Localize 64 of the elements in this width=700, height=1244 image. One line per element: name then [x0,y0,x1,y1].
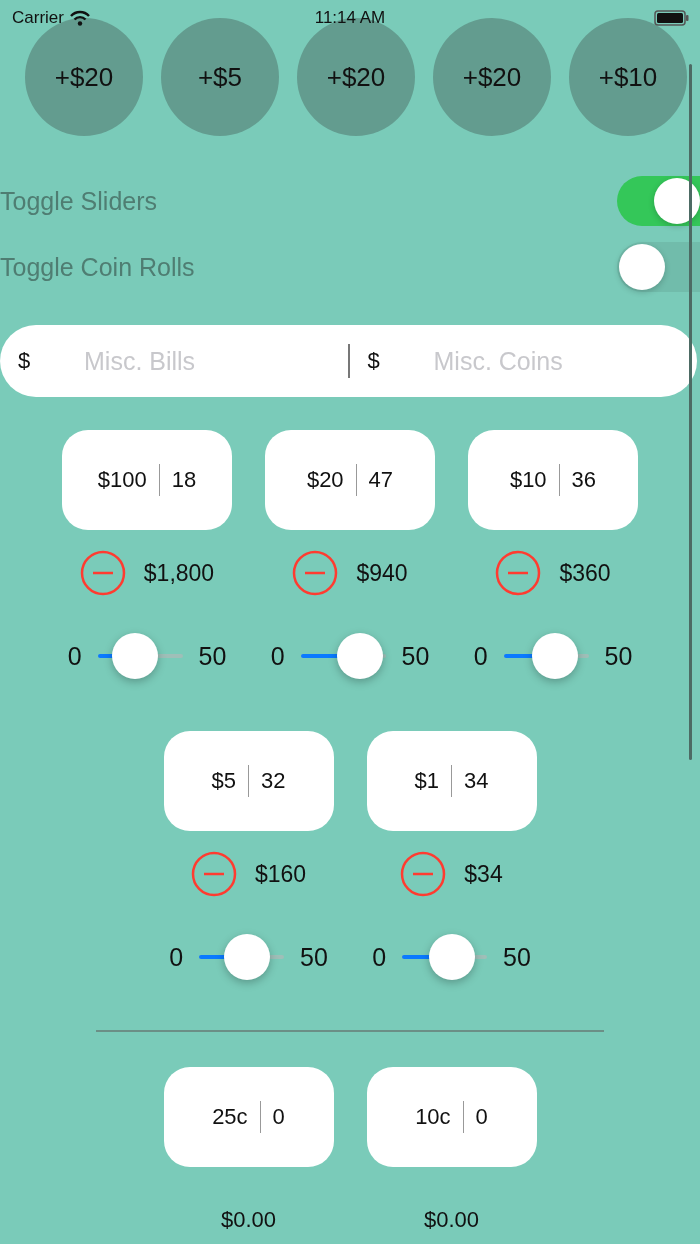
total-amount: $360 [559,559,611,587]
add-amount-button[interactable]: +$20 [433,18,551,136]
count-value: 0 [475,1104,488,1130]
slider-thumb[interactable] [111,633,158,679]
slider-thumb[interactable] [337,633,384,679]
total-amount: $34 [464,860,503,888]
bill-count-field[interactable]: $20 47 [265,430,435,530]
battery-icon [654,10,690,26]
slider-max-label: 50 [604,641,633,671]
minus-button[interactable] [495,550,542,596]
denomination-label: 25c [212,1104,248,1130]
count-value: 34 [464,768,489,794]
denomination-label: $100 [97,467,147,493]
slider-min-label: 0 [372,942,387,972]
minus-button[interactable] [79,550,126,596]
count-slider[interactable] [300,633,386,679]
count-value: 32 [261,768,286,794]
bill-count-field[interactable]: $100 18 [62,430,232,530]
bill-count-field[interactable]: $1 34 [366,731,537,831]
denomination-label: $20 [306,467,344,493]
toggle-switch[interactable] [617,242,700,292]
count-value: 47 [368,467,394,493]
slider-max-label: 50 [503,942,531,972]
count-value: 36 [571,467,597,493]
count-slider[interactable] [97,633,183,679]
slider-min-label: 0 [270,641,285,671]
toggle-label: Toggle Coin Rolls [0,252,195,282]
total-amount: $0.00 [220,1207,277,1233]
add-amount-button[interactable]: +$5 [161,18,279,136]
minus-button[interactable] [190,851,237,897]
total-amount: $160 [254,860,307,888]
add-amount-button[interactable]: +$10 [569,18,687,136]
slider-max-label: 50 [198,641,227,671]
denomination-label: $10 [509,467,547,493]
currency-label: $ [18,348,32,374]
wifi-icon [69,10,90,26]
minus-button[interactable] [400,851,447,897]
bill-count-field[interactable]: 10c 0 [366,1067,537,1167]
count-slider[interactable] [503,633,589,679]
slider-min-label: 0 [169,942,184,972]
total-amount: $940 [356,559,408,587]
slider-min-label: 0 [473,641,488,671]
currency-label: $ [367,348,381,374]
total-amount: $0.00 [423,1207,480,1233]
count-slider[interactable] [199,934,285,980]
toggle-switch[interactable] [617,176,700,226]
slider-min-label: 0 [67,641,82,671]
bill-count-field[interactable]: 25c 0 [163,1067,334,1167]
bill-count-field[interactable]: $10 36 [468,430,638,530]
count-value: 18 [171,467,197,493]
slider-max-label: 50 [300,942,328,972]
count-slider[interactable] [402,934,488,980]
slider-thumb[interactable] [531,633,578,679]
denomination-label: 10c [415,1104,451,1130]
total-amount: $1,800 [143,559,215,587]
slider-thumb[interactable] [224,934,270,980]
denomination-label: $1 [414,768,439,794]
bill-count-field[interactable]: $5 32 [163,731,334,831]
denomination-label: $5 [211,768,236,794]
toggle-label: Toggle Sliders [0,186,158,216]
slider-max-label: 50 [401,641,430,671]
slider-thumb[interactable] [428,934,475,980]
count-value: 0 [272,1104,285,1130]
minus-button[interactable] [292,550,339,596]
